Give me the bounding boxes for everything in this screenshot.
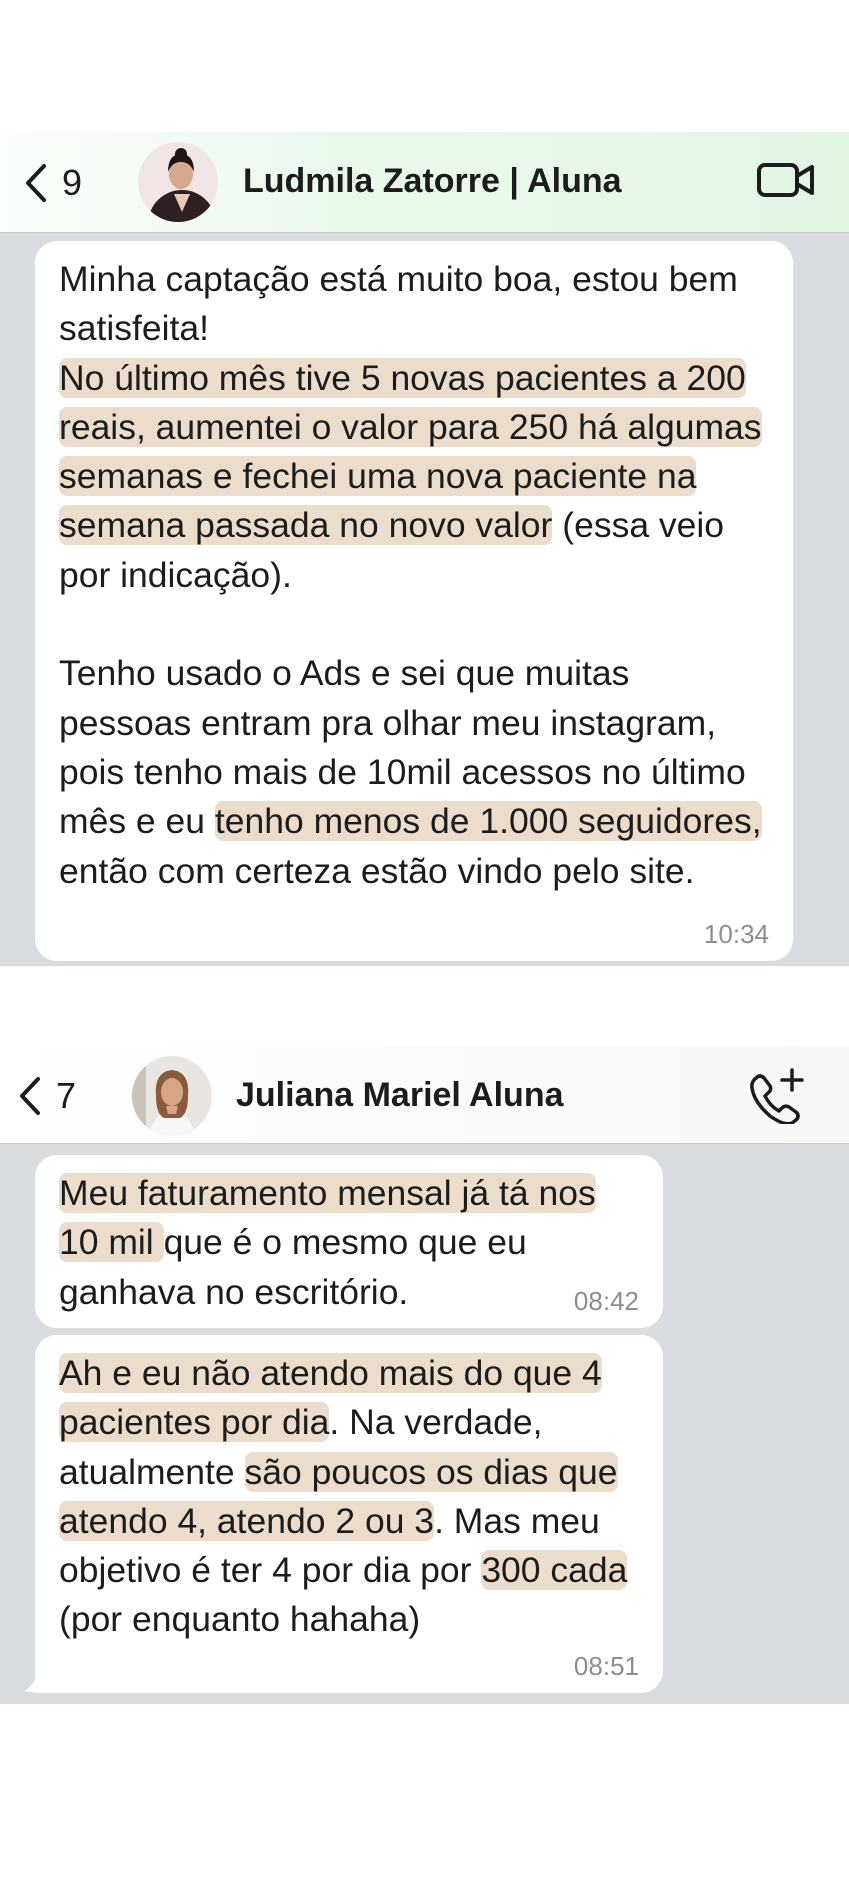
message-text: Meu faturamento mensal já tá nos 10 mil …	[59, 1169, 639, 1317]
message-text-segment: Minha captação está muito boa, estou bem…	[59, 259, 738, 349]
chat-header: 7 Juliana Mariel Aluna	[0, 1046, 849, 1144]
unread-count: 7	[56, 1075, 77, 1116]
bubble-tail	[24, 1669, 52, 1693]
chat-header: 9 Ludmila Zatorre | Aluna	[0, 132, 849, 233]
unread-count: 9	[62, 162, 83, 203]
avatar[interactable]	[138, 142, 218, 222]
message-bubble[interactable]: Ah e eu não atendo mais do que 4 pacient…	[35, 1335, 663, 1693]
message-time: 08:51	[573, 1651, 639, 1681]
avatar[interactable]	[132, 1056, 212, 1136]
message-text-segment: então com certeza estão vindo pelo site.	[59, 850, 695, 891]
video-camera-icon	[757, 163, 814, 197]
video-call-button[interactable]	[756, 160, 816, 205]
contact-name[interactable]: Juliana Mariel Aluna	[236, 1076, 564, 1115]
contact-name[interactable]: Ludmila Zatorre | Aluna	[243, 162, 622, 201]
chevron-left-icon	[20, 1077, 40, 1115]
message-bubble[interactable]: Meu faturamento mensal já tá nos 10 mil …	[35, 1155, 663, 1328]
add-call-button[interactable]	[746, 1068, 804, 1129]
message-bubble[interactable]: Minha captação está muito boa, estou bem…	[35, 241, 793, 961]
message-time: 08:42	[573, 1286, 639, 1316]
chat-screenshot-juliana: 7 Juliana Mariel Aluna Meu faturamento m…	[0, 1046, 849, 1704]
message-time: 10:34	[703, 919, 769, 949]
back-button[interactable]: 7	[18, 1075, 76, 1117]
back-button[interactable]: 9	[24, 162, 82, 204]
chat-body: Meu faturamento mensal já tá nos 10 mil …	[0, 1144, 849, 1704]
message-text: Ah e eu não atendo mais do que 4 pacient…	[59, 1349, 639, 1645]
message-text: Minha captação está muito boa, estou bem…	[59, 255, 769, 896]
highlighted-text: tenho menos de 1.000 seguidores,	[214, 801, 762, 842]
highlighted-text: 300 cada	[481, 1550, 628, 1591]
message-text-segment: (por enquanto hahaha)	[59, 1599, 421, 1640]
phone-add-icon	[750, 1068, 804, 1126]
chat-screenshot-ludmila: 9 Ludmila Zatorre | Aluna Minha captação…	[0, 132, 849, 966]
chevron-left-icon	[26, 164, 46, 202]
chat-body: Minha captação está muito boa, estou bem…	[0, 233, 849, 966]
